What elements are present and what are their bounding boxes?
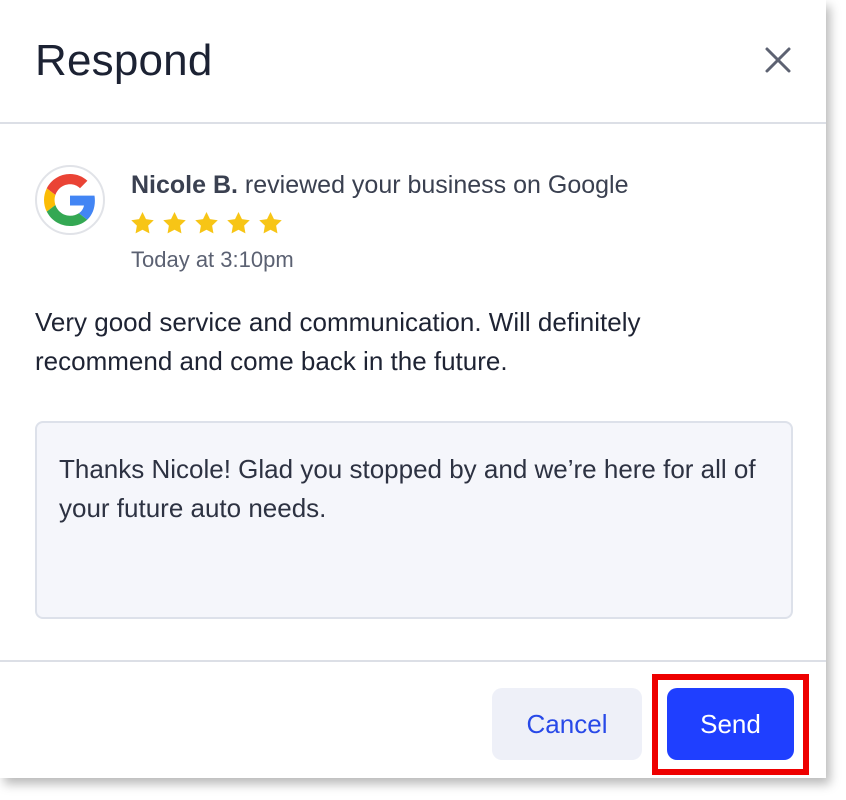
respond-dialog: Respond Nicole B. reviewed your business… [0, 0, 826, 778]
send-button[interactable]: Send [667, 688, 794, 760]
google-g-logo-icon [44, 174, 95, 226]
review-text: Very good service and communication. Wil… [35, 307, 641, 376]
close-icon [765, 47, 791, 73]
review-action-text: reviewed your business on Google [237, 171, 629, 199]
screen: Respond Nicole B. reviewed your business… [0, 0, 846, 800]
footer-divider [0, 660, 826, 662]
dialog-title: Respond [35, 36, 213, 85]
reviewer-name: Nicole B. [131, 171, 238, 199]
star-icon [161, 210, 188, 238]
review-headline: Nicole B. reviewed your business on Goog… [131, 170, 629, 200]
dialog-header: Respond [0, 0, 826, 124]
star-icon [225, 210, 252, 238]
review-source-avatar [35, 165, 105, 235]
review-timestamp: Today at 3:10pm [131, 247, 294, 272]
close-button[interactable] [758, 40, 798, 80]
star-icon [257, 210, 284, 238]
star-icon [129, 210, 156, 238]
star-icon [193, 210, 220, 238]
star-rating [129, 210, 284, 238]
reply-textarea[interactable] [35, 421, 793, 619]
cancel-button[interactable]: Cancel [492, 688, 642, 760]
